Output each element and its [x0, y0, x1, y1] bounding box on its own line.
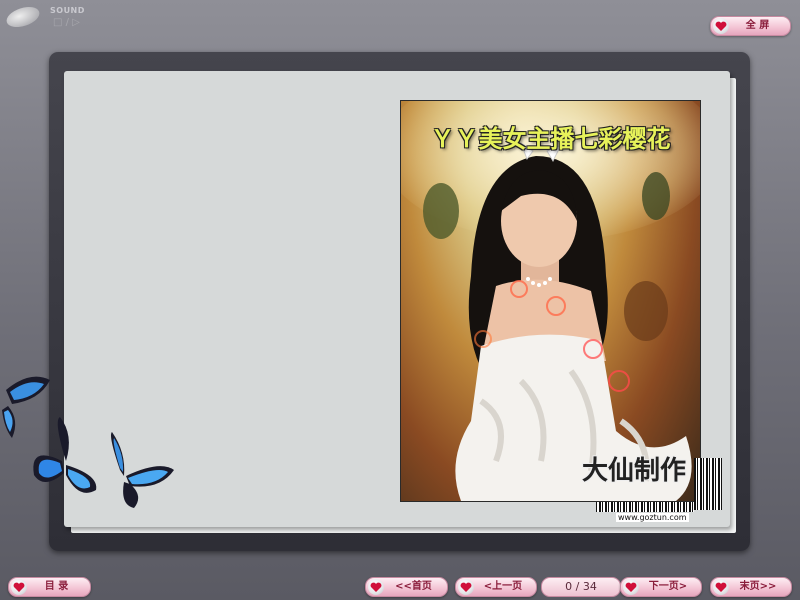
- sound-toggle[interactable]: □ / ▷: [53, 17, 80, 28]
- first-page-button[interactable]: <<首页: [365, 577, 448, 597]
- toc-label: 目 录: [44, 581, 69, 592]
- heart-icon: [368, 579, 384, 595]
- fullscreen-button[interactable]: 全 屏: [710, 16, 791, 36]
- cover-photo[interactable]: ＹＹ美女主播七彩樱花 大仙制作: [400, 100, 701, 502]
- prev-page-label: <上一页: [483, 581, 523, 592]
- heart-icon: [11, 579, 27, 595]
- butterfly-icon: [33, 417, 97, 493]
- heart-icon: [458, 579, 474, 595]
- butterfly-icon: [111, 432, 174, 508]
- cover-illustration: [423, 141, 692, 501]
- fullscreen-label: 全 屏: [745, 20, 770, 31]
- prev-page-button[interactable]: <上一页: [455, 577, 537, 597]
- toc-button[interactable]: 目 录: [8, 577, 91, 597]
- last-page-button[interactable]: 末页>>: [710, 577, 792, 597]
- barcode: www.goztun.com: [594, 458, 722, 522]
- heart-icon: [713, 579, 729, 595]
- barcode-url: www.goztun.com: [616, 513, 689, 522]
- barcode-bars-bottom: [596, 502, 694, 512]
- first-page-label: <<首页: [395, 581, 432, 592]
- barcode-bars: [694, 458, 722, 510]
- next-page-button[interactable]: 下一页>: [620, 577, 702, 597]
- cover-title: ＹＹ美女主播七彩樱花: [430, 124, 671, 153]
- heart-icon: [713, 18, 729, 34]
- sound-label: SOUND: [50, 6, 85, 15]
- cd-icon: [4, 3, 42, 31]
- heart-icon: [623, 579, 639, 595]
- last-page-label: 末页>>: [739, 581, 777, 592]
- next-page-label: 下一页>: [648, 581, 688, 592]
- sound-control: SOUND □ / ▷: [4, 3, 96, 32]
- page-counter: 0 / 34: [541, 577, 621, 597]
